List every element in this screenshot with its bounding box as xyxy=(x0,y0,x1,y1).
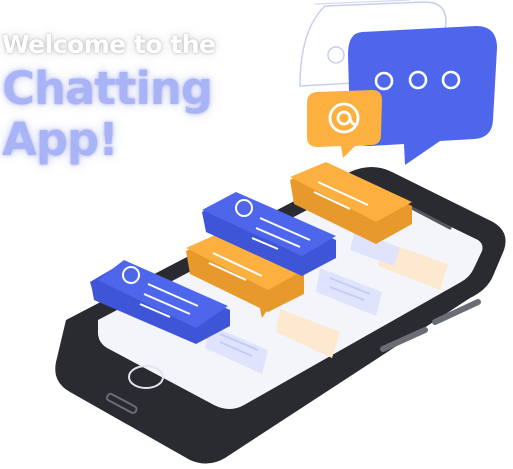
at-sign-bubble-icon xyxy=(307,90,382,158)
chat-app-illustration xyxy=(55,0,506,464)
